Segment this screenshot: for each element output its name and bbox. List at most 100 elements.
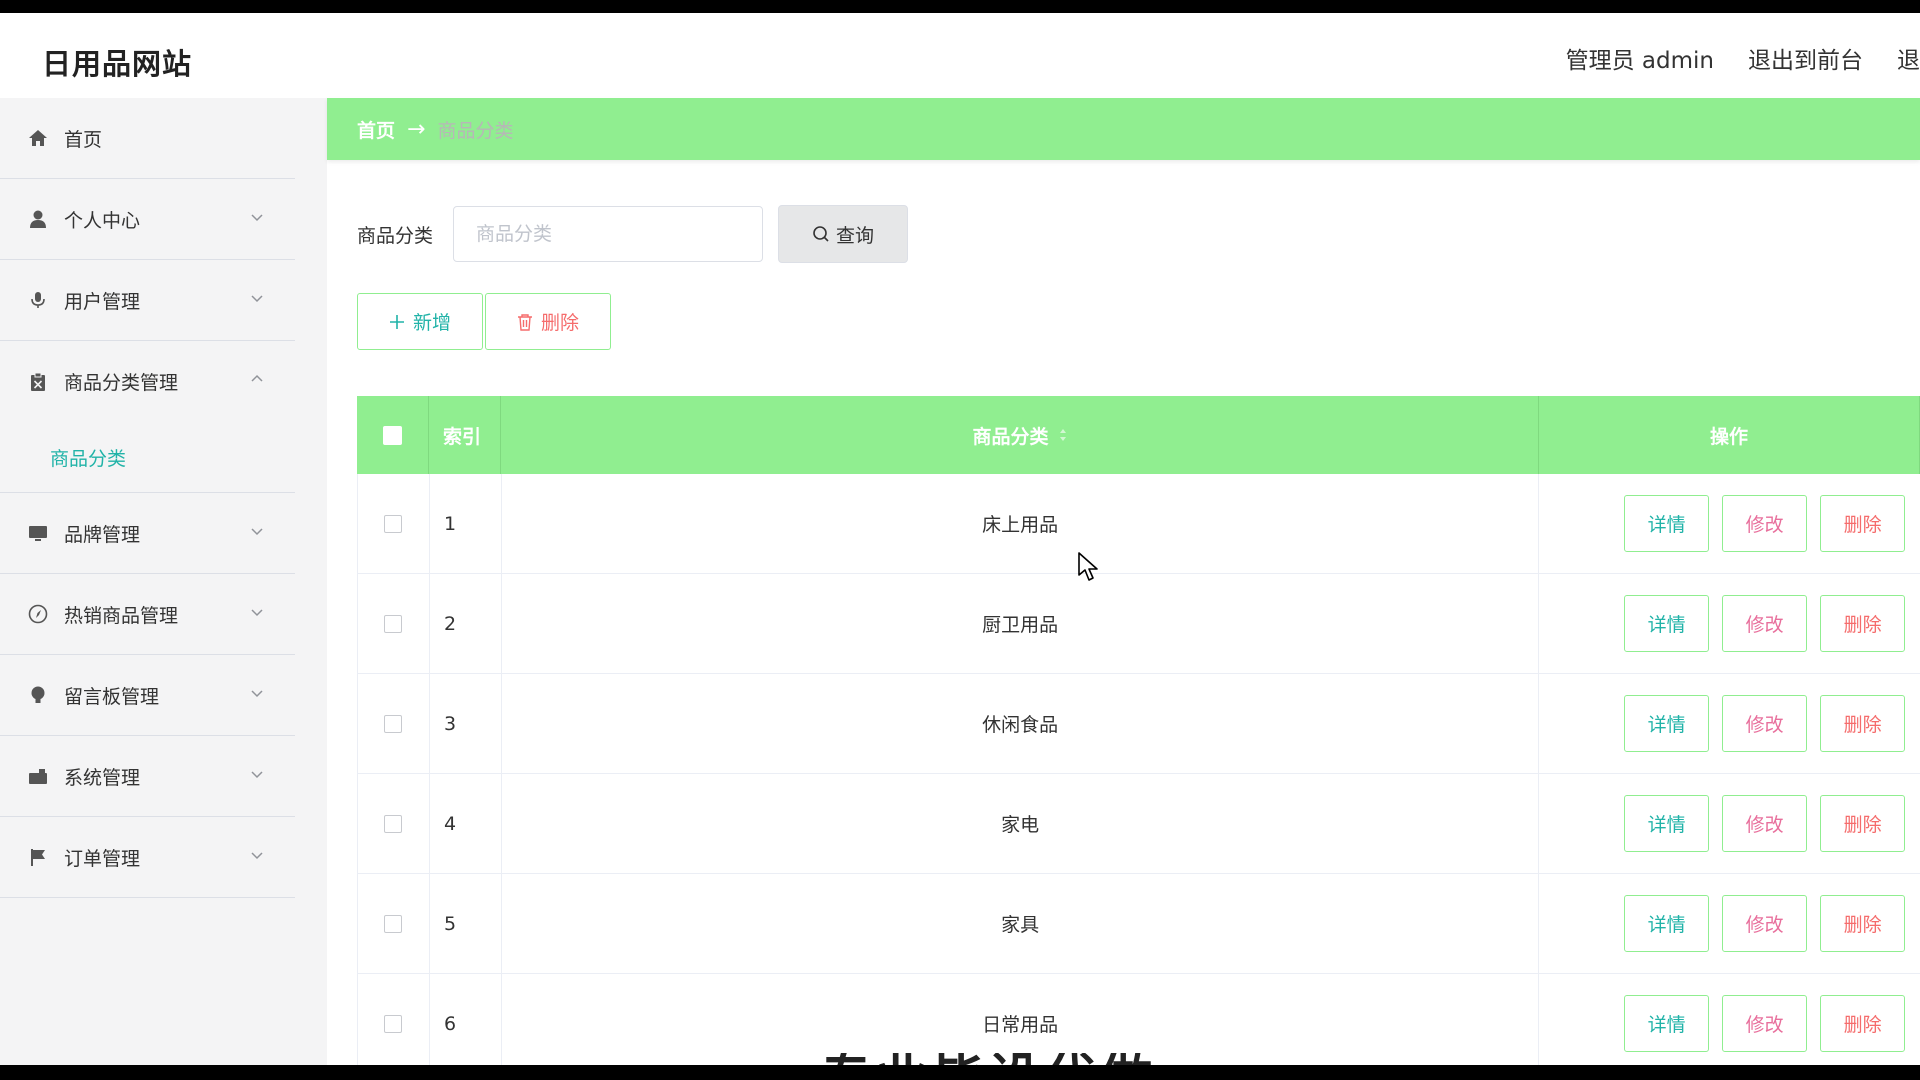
monitor-icon [26, 521, 50, 545]
briefcase-icon [26, 764, 50, 788]
detail-button[interactable]: 详情 [1624, 795, 1710, 852]
delete-button[interactable]: 删除 [1820, 895, 1906, 952]
header-ops: 操作 [1539, 396, 1920, 474]
edit-button[interactable]: 修改 [1722, 895, 1808, 952]
add-button-label: 新增 [412, 312, 451, 334]
sidebar-item-user-management[interactable]: 用户管理 [0, 260, 295, 341]
sidebar-item-label: 热销商品管理 [64, 604, 179, 627]
detail-button[interactable]: 详情 [1624, 995, 1710, 1052]
flag-icon [26, 845, 50, 869]
chevron-down-icon [251, 690, 263, 698]
sidebar-item-label: 个人中心 [64, 209, 141, 232]
row-checkbox[interactable] [384, 1014, 403, 1033]
delete-button[interactable]: 删除 [1820, 795, 1906, 852]
row-index: 5 [430, 874, 502, 973]
row-ops: 详情 修改 删除 [1539, 674, 1920, 773]
chevron-down-icon [251, 528, 263, 536]
detail-button[interactable]: 详情 [1624, 895, 1710, 952]
breadcrumb-home[interactable]: 首页 [357, 116, 395, 143]
chevron-down-icon [251, 295, 263, 303]
video-caption-overlay: 专业毕设代做 [820, 1053, 1250, 1065]
video-caption-text: 专业毕设代做 [820, 1053, 1250, 1065]
row-checkbox-cell [358, 774, 430, 873]
batch-delete-label: 删除 [540, 312, 579, 334]
table-row: 5 家具 详情 修改 删除 [358, 874, 1920, 974]
compass-icon [26, 602, 50, 626]
query-button[interactable]: 查询 [778, 205, 909, 263]
row-checkbox[interactable] [384, 914, 403, 933]
edit-button[interactable]: 修改 [1722, 495, 1808, 552]
row-index: 2 [430, 574, 502, 673]
table-row: 2 厨卫用品 详情 修改 删除 [358, 574, 1920, 674]
edit-button[interactable]: 修改 [1722, 595, 1808, 652]
category-search-input[interactable] [453, 206, 764, 262]
sidebar-item-message-board[interactable]: 留言板管理 [0, 655, 295, 736]
row-checkbox-cell [358, 974, 430, 1065]
logout-link[interactable]: 退 [1897, 41, 1920, 75]
delete-button[interactable]: 删除 [1820, 495, 1906, 552]
table-row: 6 日常用品 详情 修改 删除 [358, 974, 1920, 1065]
edit-button[interactable]: 修改 [1722, 795, 1808, 852]
sidebar-item-personal-center[interactable]: 个人中心 [0, 179, 295, 260]
row-name: 家具 [502, 874, 1540, 973]
clipboard-icon [26, 370, 50, 394]
sidebar-item-label: 品牌管理 [64, 523, 141, 546]
batch-delete-button[interactable]: 删除 [485, 293, 611, 350]
exit-to-front-link[interactable]: 退出到前台 [1748, 41, 1863, 75]
detail-button[interactable]: 详情 [1624, 695, 1710, 752]
sidebar-item-hot-products[interactable]: 热销商品管理 [0, 574, 295, 655]
breadcrumb-separator: → [407, 116, 426, 142]
delete-button[interactable]: 删除 [1820, 995, 1906, 1052]
site-title: 日用品网站 [42, 47, 193, 81]
row-checkbox[interactable] [384, 514, 403, 533]
header-index: 索引 [429, 396, 501, 474]
chevron-down-icon [251, 214, 263, 222]
sidebar-item-category-management[interactable]: 商品分类管理 [0, 341, 295, 422]
edit-button[interactable]: 修改 [1722, 995, 1808, 1052]
sort-icon[interactable] [1059, 428, 1067, 442]
row-name: 床上用品 [502, 474, 1540, 573]
sidebar: 首页 个人中心 用户管理 商品分类管理 商品分类 品牌管理 热销商品管理 留言板… [0, 98, 295, 1065]
row-checkbox[interactable] [384, 714, 403, 733]
table-row: 1 床上用品 详情 修改 删除 [358, 474, 1920, 574]
breadcrumb-current: 商品分类 [437, 119, 514, 142]
row-ops: 详情 修改 删除 [1539, 774, 1920, 873]
detail-button[interactable]: 详情 [1624, 495, 1710, 552]
sidebar-item-label: 首页 [64, 128, 103, 151]
row-name: 休闲食品 [502, 674, 1540, 773]
sidebar-item-order-management[interactable]: 订单管理 [0, 817, 295, 898]
top-header: 日用品网站 管理员 admin 退出到前台 退 [0, 13, 1920, 98]
row-index: 4 [430, 774, 502, 873]
row-ops: 详情 修改 删除 [1539, 474, 1920, 573]
table-row: 4 家电 详情 修改 删除 [358, 774, 1920, 874]
row-checkbox[interactable] [384, 614, 403, 633]
trash-icon [517, 313, 532, 331]
sidebar-item-brand-management[interactable]: 品牌管理 [0, 493, 295, 574]
row-checkbox-cell [358, 574, 430, 673]
row-checkbox[interactable] [384, 814, 403, 833]
sidebar-subitem-category[interactable]: 商品分类 [0, 422, 295, 492]
admin-user-label: 管理员 admin [1565, 48, 1714, 74]
delete-button[interactable]: 删除 [1820, 595, 1906, 652]
delete-button[interactable]: 删除 [1820, 695, 1906, 752]
table-row: 3 休闲食品 详情 修改 删除 [358, 674, 1920, 774]
detail-button[interactable]: 详情 [1624, 595, 1710, 652]
sidebar-item-label: 系统管理 [64, 766, 141, 789]
sidebar-item-home[interactable]: 首页 [0, 98, 295, 179]
header-name-cell[interactable]: 商品分类 [501, 396, 1539, 474]
search-label: 商品分类 [357, 224, 434, 247]
bulb-icon [26, 683, 50, 707]
sidebar-item-system-management[interactable]: 系统管理 [0, 736, 295, 817]
table-body: 1 床上用品 详情 修改 删除 2 厨卫用品 详情 修改 删除 3 休闲食品 详… [357, 474, 1920, 1065]
plus-icon [389, 314, 404, 329]
add-button[interactable]: 新增 [357, 293, 483, 350]
sidebar-item-label: 商品分类管理 [64, 372, 179, 394]
row-index: 1 [430, 474, 502, 573]
action-toolbar: 新增 删除 [357, 293, 611, 350]
home-icon [26, 126, 50, 150]
row-name: 厨卫用品 [502, 574, 1540, 673]
edit-button[interactable]: 修改 [1722, 695, 1808, 752]
row-name: 家电 [502, 774, 1540, 873]
select-all-checkbox[interactable] [383, 425, 402, 445]
chevron-down-icon [251, 771, 263, 779]
